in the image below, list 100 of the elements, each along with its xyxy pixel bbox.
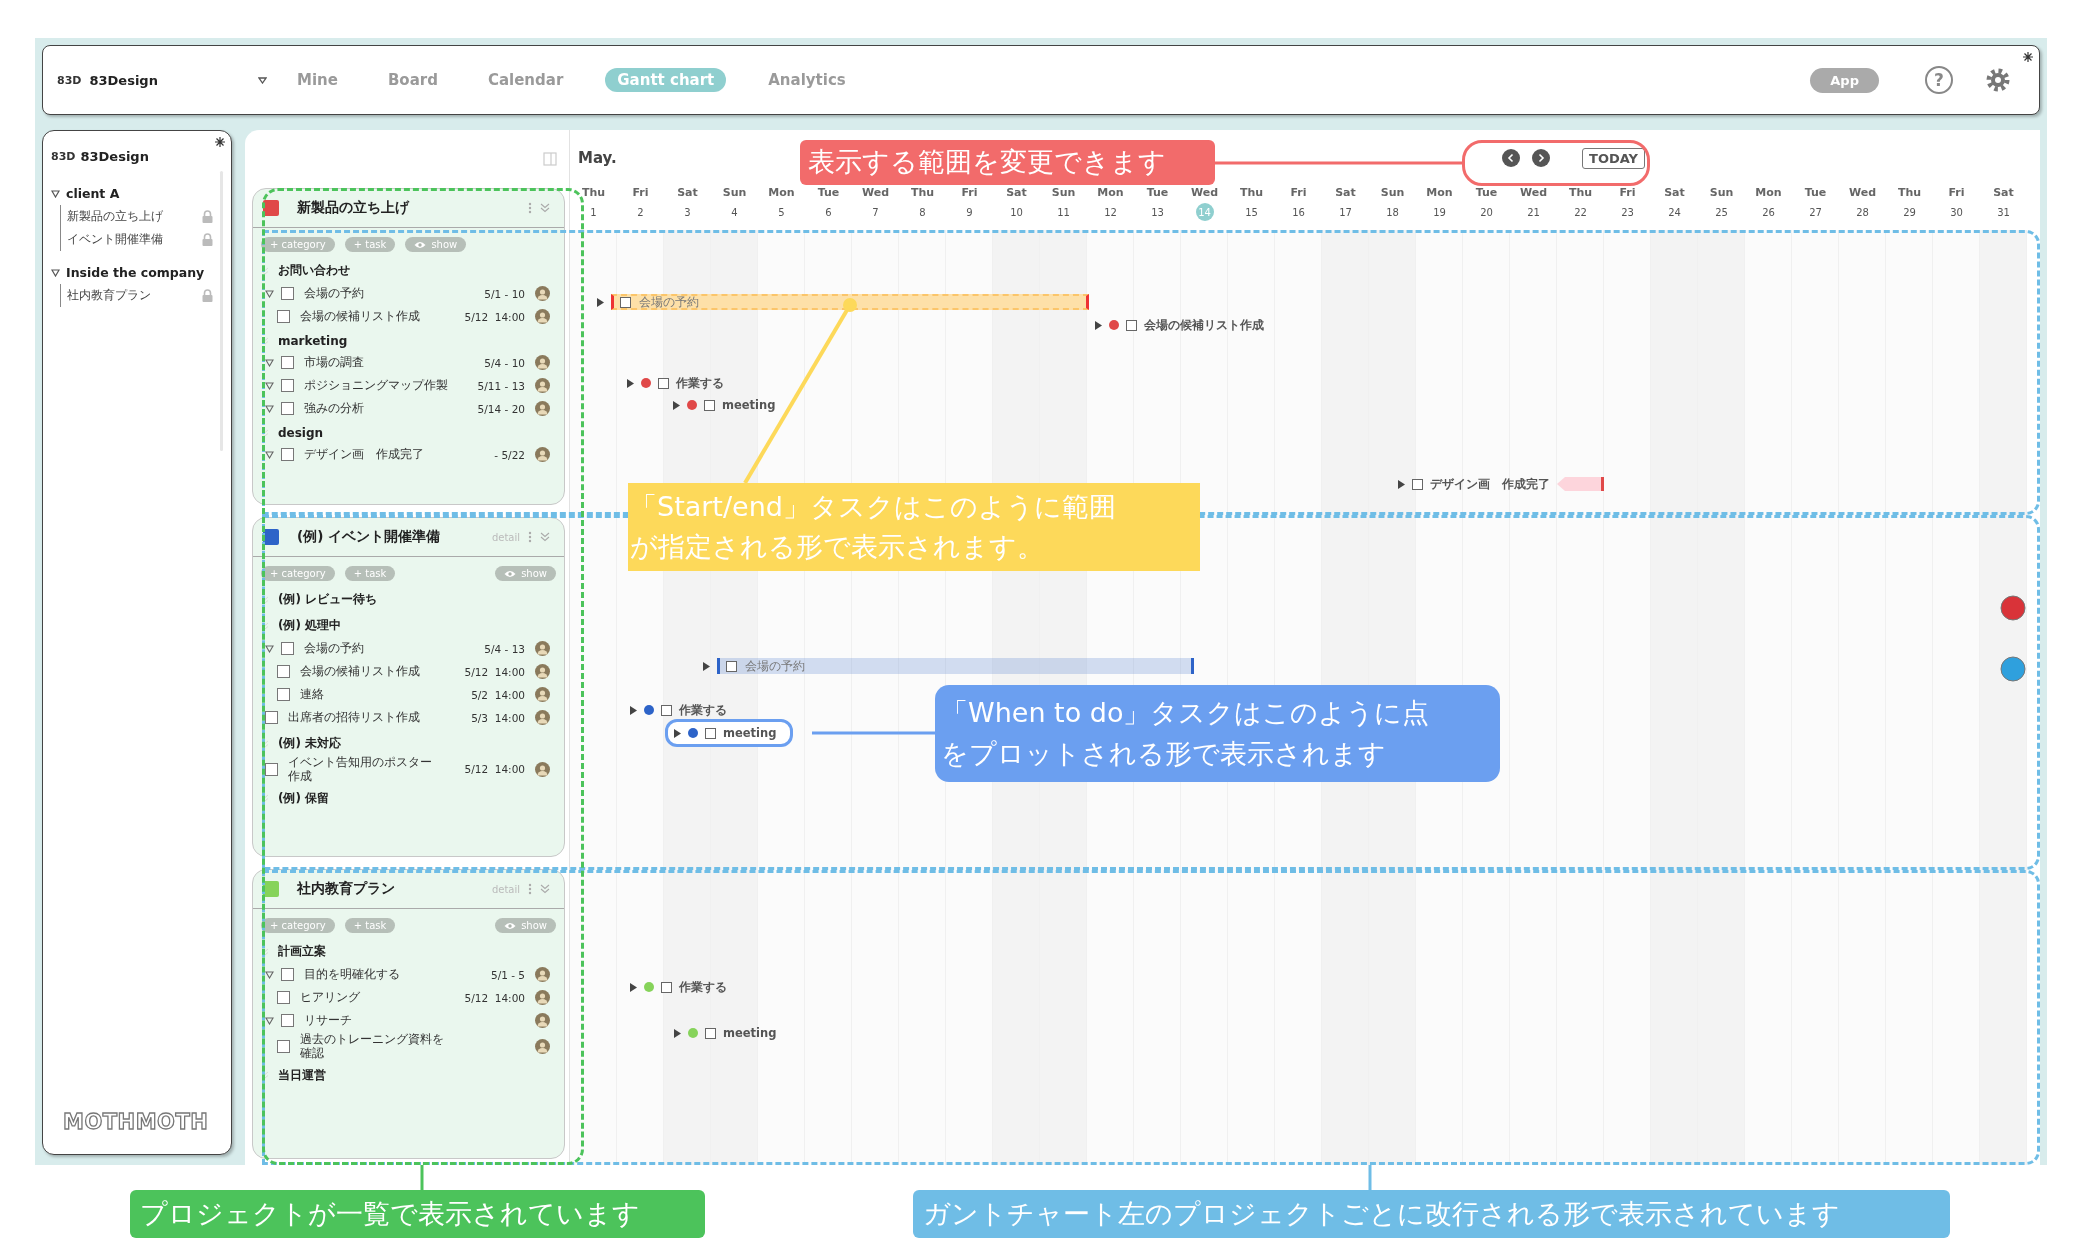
date-label[interactable]: 25 (1712, 203, 1731, 221)
date-label[interactable]: 3 (678, 203, 697, 221)
checkbox[interactable] (661, 704, 672, 716)
date-label[interactable]: 11 (1054, 203, 1073, 221)
marker-icon[interactable] (2000, 656, 2026, 682)
task-name[interactable]: meeting (723, 726, 777, 740)
task-name[interactable]: 目的を明確化する (304, 967, 400, 982)
expand-icon[interactable] (597, 297, 604, 307)
checkbox[interactable] (281, 968, 294, 981)
project-link[interactable]: 社内教育プラン (67, 287, 151, 304)
settings-icon[interactable] (1985, 67, 2011, 93)
marker-icon[interactable] (2000, 595, 2026, 621)
checkbox[interactable] (281, 402, 294, 415)
date-label[interactable]: 1 (584, 203, 603, 221)
task-name[interactable]: 作業する (679, 702, 727, 718)
task-bar[interactable]: 会場の予約 (611, 294, 1089, 310)
expand-icon[interactable] (674, 1028, 681, 1038)
date-label[interactable]: 5 (772, 203, 791, 221)
checkbox[interactable] (277, 665, 290, 678)
date-label[interactable]: 20 (1477, 203, 1496, 221)
date-label[interactable]: 18 (1383, 203, 1402, 221)
pin-icon[interactable] (215, 137, 225, 147)
workspace-name[interactable]: 83Design (89, 72, 158, 88)
expand-icon[interactable] (265, 644, 274, 653)
task-name[interactable]: 作業する (676, 375, 724, 391)
checkbox[interactable] (277, 688, 290, 701)
today-button[interactable]: TODAY (1582, 147, 1645, 169)
expand-icon[interactable] (51, 189, 60, 198)
date-label[interactable]: 24 (1665, 203, 1684, 221)
expand-icon[interactable] (1095, 320, 1102, 330)
expand-icon[interactable] (265, 358, 274, 367)
task-name[interactable]: meeting (722, 398, 776, 412)
caret-icon[interactable] (258, 76, 267, 84)
task-name[interactable]: デザイン画 作成完了 (304, 447, 424, 462)
task-name[interactable]: 市場の調査 (304, 355, 364, 370)
date-label[interactable]: 22 (1571, 203, 1590, 221)
task-name[interactable]: 会場の候補リスト作成 (1144, 317, 1264, 333)
task-name[interactable]: meeting (723, 1026, 777, 1040)
date-label[interactable]: 26 (1759, 203, 1778, 221)
checkbox[interactable] (265, 762, 278, 776)
pin-icon[interactable] (2023, 52, 2033, 62)
date-label[interactable]: 9 (960, 203, 979, 221)
checkbox[interactable] (277, 1039, 290, 1053)
date-label[interactable]: 2 (631, 203, 650, 221)
checkbox[interactable] (1126, 319, 1137, 331)
expand-icon[interactable] (673, 400, 680, 410)
expand-icon[interactable] (674, 728, 681, 738)
date-label[interactable]: 29 (1900, 203, 1919, 221)
expand-icon[interactable] (265, 450, 274, 459)
task-name[interactable]: 作業する (679, 979, 727, 995)
expand-icon[interactable] (265, 1016, 274, 1025)
group-name[interactable]: Inside the company (66, 265, 205, 280)
workspace-name[interactable]: 83Design (80, 149, 149, 164)
task-name[interactable]: 連絡 (300, 687, 324, 702)
task-name[interactable]: リサーチ (304, 1013, 352, 1028)
task-name[interactable]: ヒアリング (300, 990, 360, 1005)
next-icon[interactable] (1532, 149, 1551, 167)
date-label[interactable]: 13 (1148, 203, 1167, 221)
checkbox[interactable] (281, 642, 294, 655)
task-name[interactable]: 強みの分析 (304, 401, 364, 416)
checkbox[interactable] (658, 377, 669, 389)
expand-icon[interactable] (630, 705, 637, 715)
expand-icon[interactable] (51, 268, 60, 277)
group-name[interactable]: client A (66, 186, 120, 201)
checkbox[interactable] (281, 379, 294, 392)
date-label[interactable]: 27 (1806, 203, 1825, 221)
expand-icon[interactable] (265, 404, 274, 413)
date-label[interactable]: 30 (1947, 203, 1966, 221)
checkbox[interactable] (704, 399, 715, 411)
checkbox[interactable] (281, 1014, 294, 1027)
task-name[interactable]: 会場の予約 (304, 286, 364, 301)
task-name[interactable]: 会場の予約 (304, 641, 364, 656)
expand-icon[interactable] (1398, 479, 1405, 489)
date-label[interactable]: 12 (1101, 203, 1120, 221)
checkbox[interactable] (281, 356, 294, 369)
date-label[interactable]: 23 (1618, 203, 1637, 221)
date-label[interactable]: 19 (1430, 203, 1449, 221)
checkbox[interactable] (1412, 478, 1423, 490)
checkbox[interactable] (277, 991, 290, 1004)
checkbox[interactable] (705, 727, 716, 739)
checkbox[interactable] (661, 981, 672, 993)
date-label[interactable]: 31 (1994, 203, 2013, 221)
date-label[interactable]: 21 (1524, 203, 1543, 221)
previous-icon[interactable] (1502, 149, 1521, 167)
expand-icon[interactable] (265, 289, 274, 298)
task-name[interactable]: 出席者の招待リスト作成 (288, 710, 420, 725)
task-name[interactable]: ポジショニングマップ作製 (304, 378, 448, 393)
checkbox[interactable] (281, 287, 294, 300)
help-button[interactable]: ? (1925, 66, 1953, 94)
date-label[interactable]: 28 (1853, 203, 1872, 221)
date-label[interactable]: 15 (1242, 203, 1261, 221)
task-name[interactable]: イベント告知用のポスター作成 (288, 755, 438, 784)
expand-icon[interactable] (265, 970, 274, 979)
checkbox[interactable] (265, 711, 278, 724)
date-label[interactable]: 10 (1007, 203, 1026, 221)
expand-icon[interactable] (265, 381, 274, 390)
date-label[interactable]: 8 (913, 203, 932, 221)
task-name[interactable]: 会場の候補リスト作成 (300, 309, 420, 324)
date-label[interactable]: 16 (1289, 203, 1308, 221)
date-label[interactable]: 6 (819, 203, 838, 221)
